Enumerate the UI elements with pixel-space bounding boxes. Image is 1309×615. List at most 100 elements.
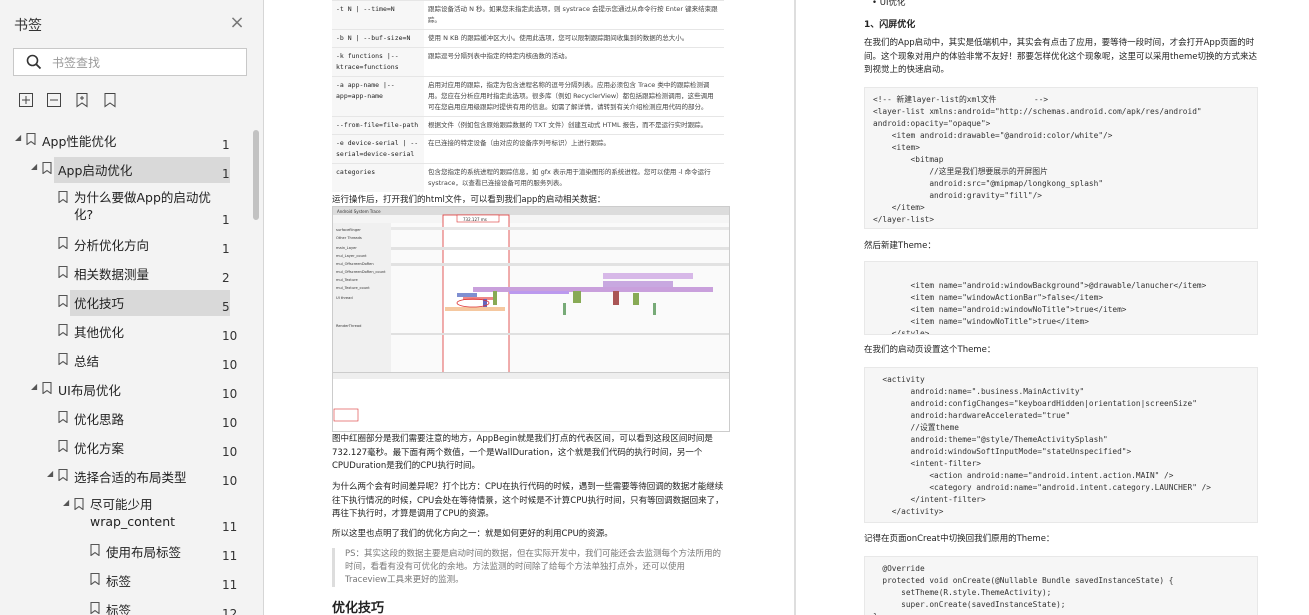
trace-row-label: Other Threads — [336, 236, 362, 240]
close-icon[interactable]: × — [228, 14, 246, 32]
bookmark-page-number: 1 — [222, 138, 230, 152]
sidebar-bookmark-item[interactable]: ◢ App性能优化 1 — [0, 128, 250, 157]
option-cell: -k functions |--ktrace=functions — [332, 47, 424, 77]
trace-row-label: mul_Layer_count — [336, 254, 367, 258]
sidebar-bookmark-item[interactable]: ◢ App启动优化 1 — [0, 157, 250, 186]
trace-slice — [391, 247, 729, 250]
expand-arrow-icon[interactable]: ◢ — [63, 498, 71, 507]
bookmark-flag-icon — [58, 410, 68, 424]
sidebar-bookmark-item[interactable]: 使用布局标签 11 — [0, 539, 250, 568]
trace-row-label: mul_OffscreenDoRen_count — [336, 270, 386, 274]
bookmark-flag-icon — [58, 323, 68, 337]
bookmark-label: App性能优化 — [42, 134, 117, 149]
sidebar-bookmark-item[interactable]: ◢ UI布局优化 10 — [0, 377, 250, 406]
bookmark-page-number: 1 — [222, 167, 230, 181]
expand-arrow-icon[interactable]: ◢ — [31, 162, 39, 171]
code-block-activity: <activity android:name=".business.MainAc… — [864, 367, 1258, 523]
bookmark-flag-icon — [90, 543, 100, 557]
bookmark-label: 标签 — [106, 603, 132, 615]
option-cell: categories — [332, 163, 424, 192]
bookmark-label: App启动优化 — [58, 163, 133, 178]
description-cell: 使用 N KB 的跟踪缓冲区大小。使用此选项，您可以限制跟踪期间收集到的数据的总… — [424, 29, 724, 48]
description-cell: 跟踪设备活动 N 秒。如果您未指定此选项，则 systrace 会提示您通过从命… — [424, 0, 724, 30]
bookmark-icon[interactable] — [102, 92, 118, 108]
option-cell: -b N | --buf-size=N — [332, 29, 424, 48]
bookmark-flag-icon — [26, 132, 36, 146]
bookmark-flag-icon — [58, 468, 68, 482]
sidebar-bookmark-item[interactable]: 总结 10 — [0, 348, 250, 377]
sidebar-bookmark-item[interactable]: 优化思路 10 — [0, 406, 250, 435]
option-cell: -a app-name |--app=app-name — [332, 76, 424, 117]
bookmark-label: UI布局优化 — [58, 383, 121, 398]
bookmark-search[interactable] — [13, 48, 247, 76]
trace-title: Android System Trace — [337, 209, 381, 214]
collapse-all-icon[interactable] — [46, 92, 62, 108]
scrollbar-thumb[interactable] — [253, 130, 259, 220]
trace-slice — [603, 273, 693, 279]
time-difference-explanation: 为什么两个会有时间差异呢？打个比方：CPU在执行代码的时候，遇到一些需要等待回调… — [332, 482, 724, 519]
bookmark-label: 总结 — [74, 354, 100, 369]
sidebar-bookmark-item[interactable]: 相关数据测量 2 — [0, 261, 250, 290]
trace-slice — [573, 291, 581, 303]
trace-slice — [493, 291, 497, 305]
table-row: -e device-serial | --serial=device-seria… — [332, 134, 724, 164]
sidebar-bookmark-item[interactable]: 优化技巧 5 — [0, 290, 250, 319]
bookmark-search-input[interactable] — [50, 53, 244, 73]
bookmark-page-number: 2 — [222, 271, 230, 285]
bookmark-page-number: 11 — [222, 578, 238, 592]
trace-row-label: RenderThread — [336, 324, 361, 328]
bookmark-sidebar: 书签 × ◢App性能优化1◢App启动优化1为什么要做App的启动优化?1分析… — [0, 0, 264, 615]
bookmark-page-number: 10 — [222, 474, 238, 488]
sidebar-bookmark-item[interactable]: ◢ 尽可能少用 wrap_content 11 — [0, 493, 250, 539]
document-page-left: -t N | --time=N 跟踪设备活动 N 秒。如果您未指定此选项，则 sy… — [264, 0, 794, 615]
sidebar-bookmark-item[interactable]: ◢ 选择合适的布局类型 10 — [0, 464, 250, 493]
sidebar-bookmark-item[interactable]: 为什么要做App的启动优化? 1 — [0, 186, 250, 232]
expand-arrow-icon[interactable]: ◢ — [15, 133, 23, 142]
bookmark-page-number: 10 — [222, 445, 238, 459]
add-bookmark-icon[interactable] — [74, 92, 90, 108]
trace-row-label: mul_OffscreenDoRen — [336, 262, 374, 266]
bookmark-flag-icon — [58, 352, 68, 366]
expand-all-icon[interactable] — [18, 92, 34, 108]
trace-slice — [391, 227, 729, 230]
list-bullet: • UI优化 — [872, 0, 906, 8]
code-block-layer-list: <!-- 新建layer-list的xml文件 --> <layer-list … — [864, 87, 1258, 229]
bookmark-label: 选择合适的布局类型 — [74, 470, 187, 485]
description-cell: 跟踪逗号分隔列表中指定的特定内核函数的活动。 — [424, 47, 724, 77]
table-row: -a app-name |--app=app-name 启用对应用的跟踪，指定为包… — [332, 76, 724, 117]
trace-slice — [563, 303, 566, 315]
trace-row-label: mul_Texture_count — [336, 286, 370, 290]
bookmark-label: 分析优化方向 — [74, 238, 150, 253]
table-row: -t N | --time=N 跟踪设备活动 N 秒。如果您未指定此选项，则 sy… — [332, 0, 724, 30]
trace-slice — [457, 293, 477, 297]
trace-stats-panel — [332, 372, 730, 432]
expand-arrow-icon[interactable]: ◢ — [47, 469, 55, 478]
option-cell: -t N | --time=N — [332, 0, 424, 30]
trace-slice — [391, 333, 729, 335]
trace-slice — [613, 291, 619, 305]
systrace-timeline: Android System Trace 732.127 ms surfacef… — [333, 207, 729, 380]
ps-note: PS：其实这段的数据主要是启动时间的数据，但在实际开发中，我们可能还会去监测每个… — [332, 548, 724, 587]
expand-arrow-icon[interactable]: ◢ — [31, 382, 39, 391]
bookmark-label: 尽可能少用 wrap_content — [90, 497, 176, 529]
sidebar-bookmark-item[interactable]: 分析优化方向 1 — [0, 232, 250, 261]
sidebar-bookmark-item[interactable]: 优化方案 10 — [0, 435, 250, 464]
table-row: --from-file=file-path 根据文件（例如包含原始跟踪数据的 TX… — [332, 116, 724, 135]
trace-row-label: mul_Texture — [336, 278, 359, 282]
trace-slice — [391, 263, 729, 266]
bookmark-flag-icon — [90, 601, 100, 615]
bookmark-flag-icon — [58, 265, 68, 279]
trace-slice — [445, 307, 505, 311]
optimization-direction: 所以这里也点明了我们的优化方向之一：就是如何更好的利用CPU的资源。 — [332, 529, 613, 539]
sidebar-bookmark-item[interactable]: 其他优化 10 — [0, 319, 250, 348]
sidebar-bookmark-item[interactable]: 标签 12 — [0, 597, 250, 615]
bookmark-label: 其他优化 — [74, 325, 125, 340]
description-cell: 启用对应用的跟踪，指定为包含进程名称的逗号分隔列表。应用必须包含 Trace 类… — [424, 76, 724, 117]
sidebar-bookmark-item[interactable]: 标签 11 — [0, 568, 250, 597]
bookmark-flag-icon — [42, 161, 52, 175]
bookmark-page-number: 12 — [222, 607, 238, 615]
section-heading: 优化技巧 — [332, 601, 385, 615]
bullet-text: UI优化 — [879, 0, 906, 8]
sidebar-scrollbar[interactable] — [251, 128, 261, 615]
table-row: -b N | --buf-size=N 使用 N KB 的跟踪缓冲区大小。使用此选… — [332, 29, 724, 48]
